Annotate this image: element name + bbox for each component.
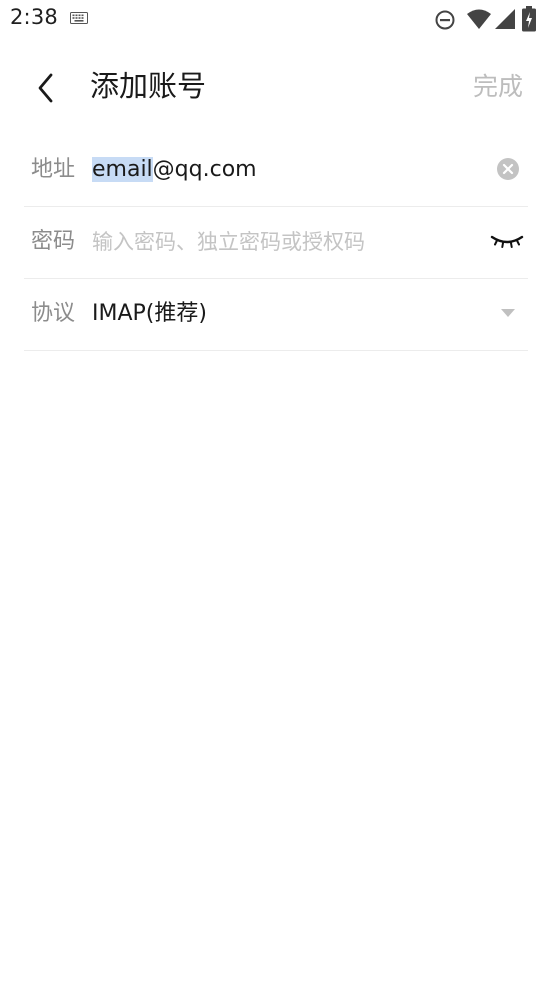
toggle-password-visibility-button[interactable] — [490, 227, 524, 255]
page-title: 添加账号 — [90, 69, 207, 103]
app-bar: 添加账号 完成 — [0, 48, 554, 128]
done-button[interactable]: 完成 — [473, 67, 523, 107]
address-row: 地址 email@qq.com — [24, 135, 528, 207]
selected-text: email — [92, 157, 153, 182]
address-value-rest: @qq.com — [152, 157, 257, 182]
protocol-row[interactable]: 协议 IMAP(推荐) — [24, 279, 528, 351]
status-time: 2:38 — [10, 5, 58, 29]
add-account-form: 地址 email@qq.com 密码 输入密码、独立密码或授权码 协议 IMAP… — [24, 135, 528, 351]
password-input[interactable]: 输入密码、独立密码或授权码 — [92, 226, 365, 258]
status-bar: 2:38 — [0, 0, 554, 38]
chevron-left-icon — [38, 73, 53, 103]
battery-charging-icon — [522, 6, 536, 32]
dropdown-arrow-icon — [501, 309, 515, 317]
protocol-dropdown-button[interactable] — [494, 299, 522, 327]
protocol-label: 协议 — [31, 301, 76, 326]
protocol-select[interactable]: IMAP(推荐) — [92, 298, 207, 330]
address-label: 地址 — [31, 157, 76, 182]
do-not-disturb-icon — [435, 10, 455, 30]
clear-icon — [497, 158, 519, 180]
back-button[interactable] — [24, 66, 68, 110]
wifi-icon — [467, 9, 491, 29]
cellular-icon — [495, 9, 515, 29]
password-label: 密码 — [31, 229, 76, 254]
eye-closed-icon — [490, 235, 524, 248]
password-row: 密码 输入密码、独立密码或授权码 — [24, 207, 528, 279]
status-icons — [434, 6, 544, 32]
clear-button[interactable] — [494, 155, 522, 183]
keyboard-icon — [70, 12, 88, 24]
address-input[interactable]: email@qq.com — [92, 154, 257, 186]
